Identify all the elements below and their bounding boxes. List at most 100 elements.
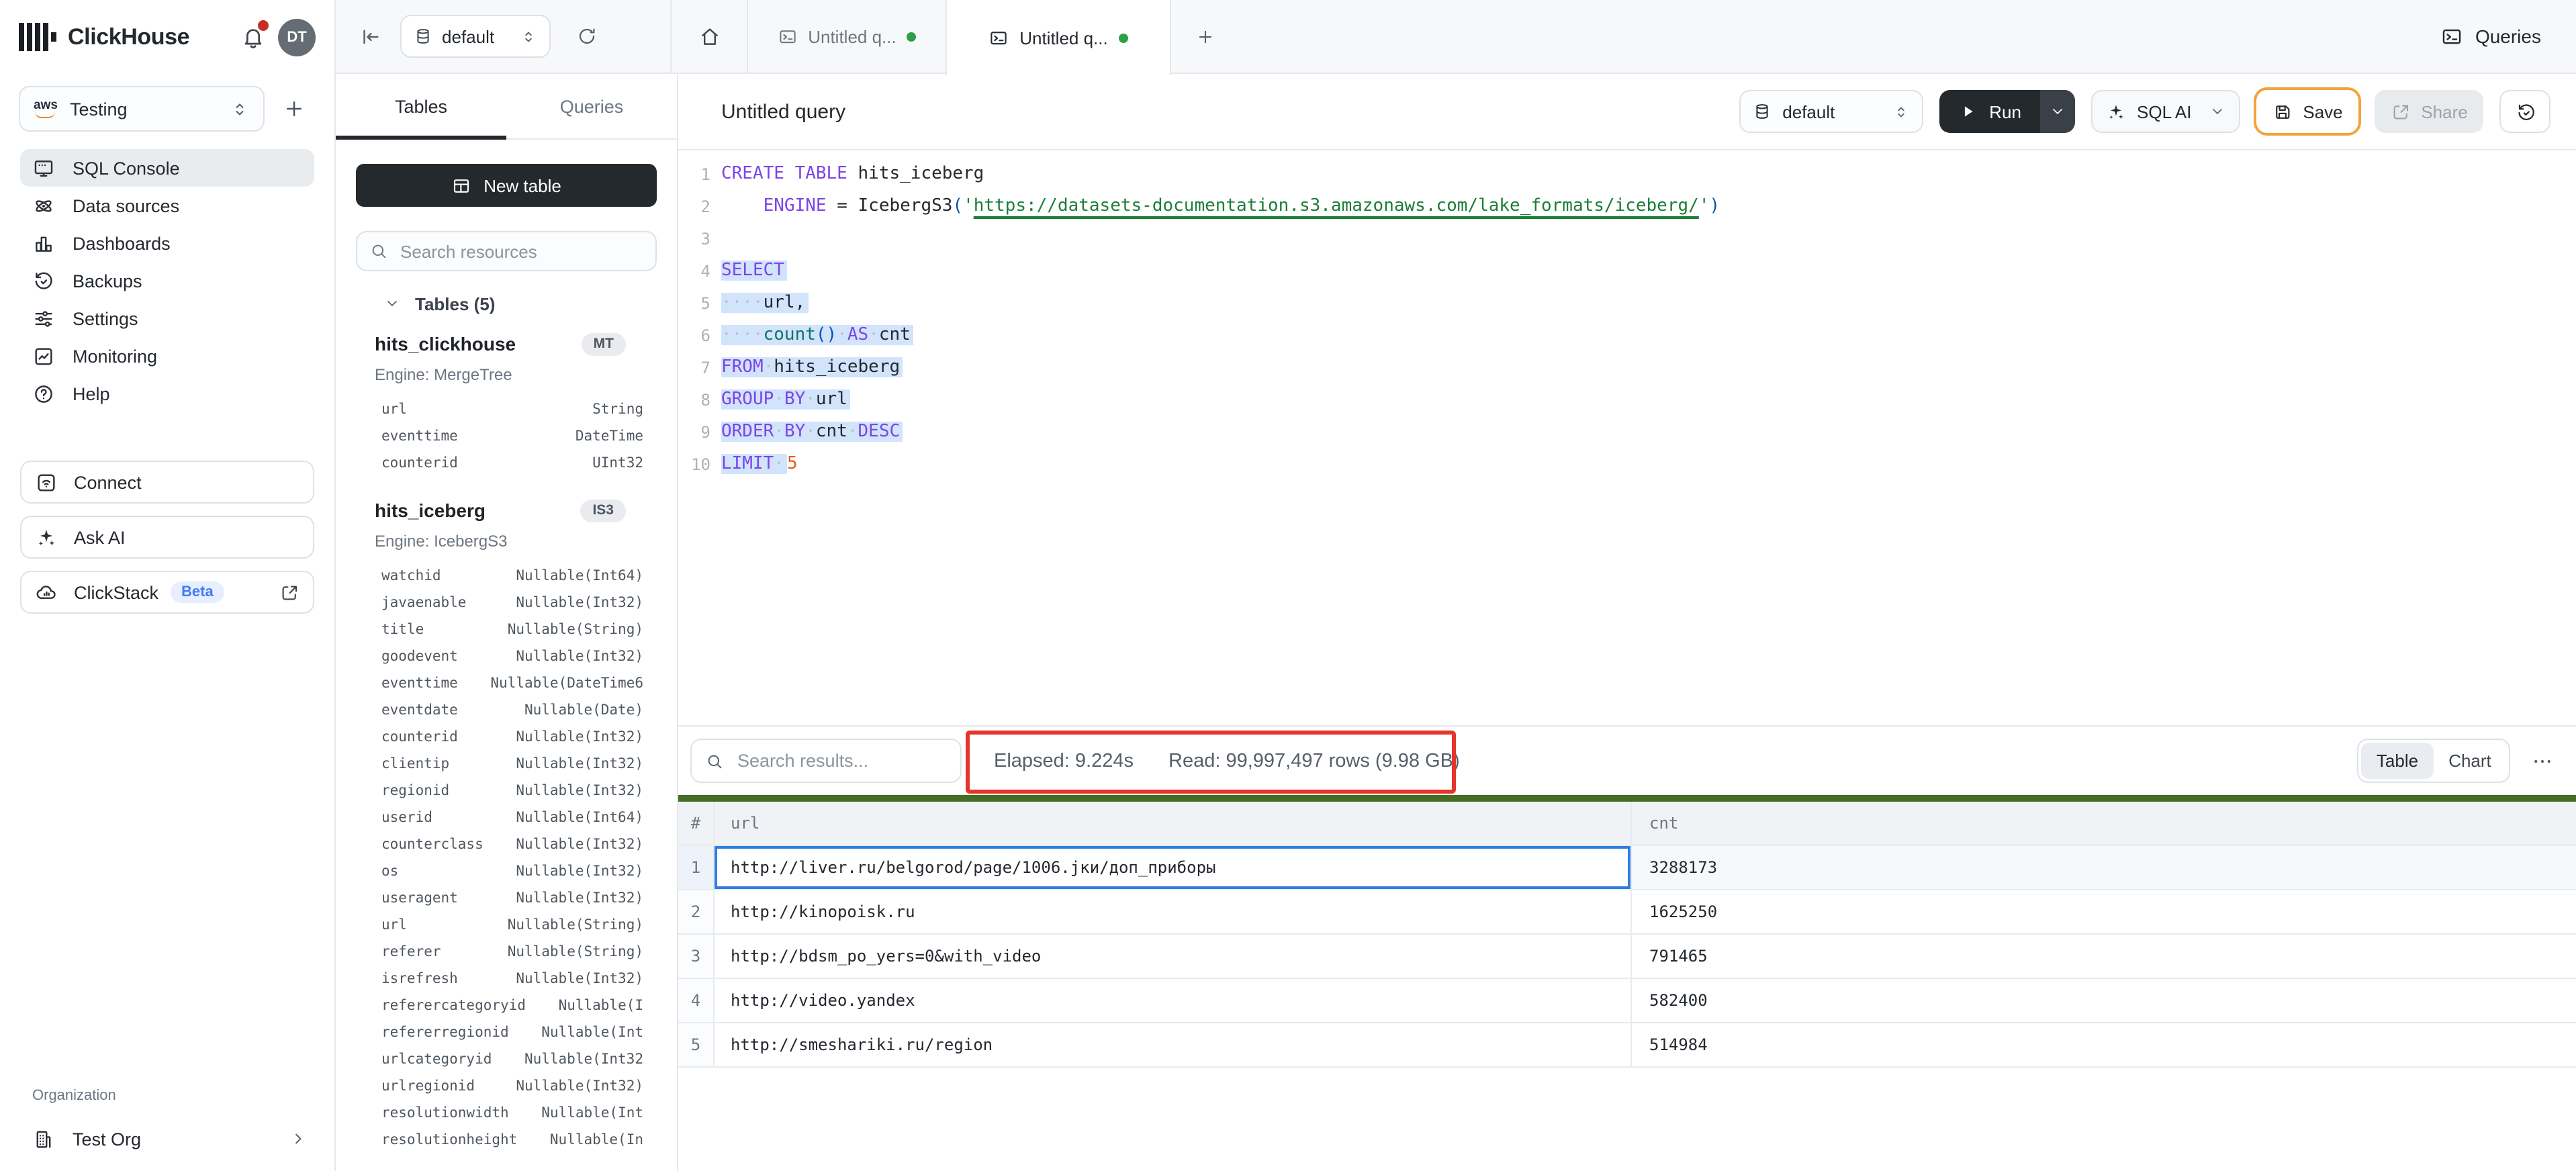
search-results-input[interactable] [735,749,947,772]
code-line[interactable]: 10LIMIT·5 [678,449,2576,481]
header-index: # [678,802,715,845]
row-url-cell[interactable]: http://liver.ru/belgorod/page/1006.jки/д… [715,846,1632,889]
query-tab-1[interactable]: Untitled q... [748,0,946,73]
add-service-button[interactable] [282,97,306,121]
code-line[interactable]: 2 ENGINE = IcebergS3('https://datasets-d… [678,191,2576,223]
code-line[interactable]: 6····count()·AS·cnt [678,320,2576,352]
code-line[interactable]: 1CREATE TABLE hits_iceberg [678,158,2576,191]
column-row: osNullable(Int32) [375,858,677,885]
row-cnt-cell[interactable]: 3288173 [1632,846,2576,889]
clickstack-button[interactable]: ClickStack Beta [20,571,314,614]
search-resources-box [356,231,657,271]
selected-text: ····count()·AS·cnt [721,325,913,345]
selected-text: SELECT [721,261,787,281]
clickhouse-logo-icon [19,23,56,51]
table-entry-hits-clickhouse[interactable]: hits_clickhouse MT Engine: MergeTree url… [336,329,677,477]
sidebar-item-sql-console[interactable]: SQL Console [20,149,314,187]
save-label: Save [2303,101,2342,122]
column-row: referercategoryidNullable(I [375,992,677,1019]
sql-editor[interactable]: 1CREATE TABLE hits_iceberg2 ENGINE = Ice… [678,150,2576,725]
search-resources-input[interactable] [398,240,643,263]
beta-badge: Beta [171,581,224,603]
queries-button[interactable]: Queries [2440,0,2576,73]
tab-tables[interactable]: Tables [336,74,506,138]
connect-button[interactable]: Connect [20,461,314,504]
table-row[interactable]: 4http://video.yandex582400 [678,979,2576,1023]
engine-label: Engine: MergeTree [375,365,677,387]
tab-queries[interactable]: Queries [506,74,677,138]
code-line[interactable]: 9ORDER·BY·cnt·DESC [678,416,2576,449]
results-more-menu-icon[interactable] [2530,749,2555,773]
code-line[interactable]: 7FROM·hits_iceberg [678,352,2576,384]
table-row[interactable]: 5http://smeshariki.ru/region514984 [678,1023,2576,1068]
sidebar-item-label: Settings [73,308,138,328]
query-history-button[interactable] [2499,90,2550,133]
column-row: eventtimeNullable(DateTime6 [375,670,677,697]
row-url-cell[interactable]: http://bdsm_po_yers=0&with_video [715,935,1632,978]
sidebar-item-settings[interactable]: Settings [20,299,314,337]
new-table-button[interactable]: New table [356,164,657,207]
unsaved-dot [907,32,917,41]
engine-label: Engine: IcebergS3 [375,532,677,553]
table-entry-hits-iceberg[interactable]: hits_iceberg IS3 Engine: IcebergS3 watch… [336,496,677,1154]
search-icon [369,242,388,261]
code-line[interactable]: 8GROUP·BY·url [678,384,2576,416]
avatar[interactable]: DT [278,18,316,56]
ask-ai-button[interactable]: Ask AI [20,516,314,559]
sidebar-item-dashboards[interactable]: Dashboards [20,224,314,262]
table-row[interactable]: 1http://liver.ru/belgorod/page/1006.jки/… [678,846,2576,890]
sidebar-item-backups[interactable]: Backups [20,262,314,299]
row-url-cell[interactable]: http://kinopoisk.ru [715,890,1632,933]
sidebar-item-help[interactable]: Help [20,375,314,412]
header-cnt[interactable]: cnt [1632,802,2576,845]
home-tab-button[interactable] [672,0,747,73]
query-tab-2-active[interactable]: Untitled q... [946,0,1171,75]
new-tab-button[interactable] [1171,0,1238,73]
view-toggle-table[interactable]: Table [2361,743,2434,779]
table-row[interactable]: 3http://bdsm_po_yers=0&with_video791465 [678,935,2576,979]
sidebar-item-monitoring[interactable]: Monitoring [20,337,314,375]
run-button[interactable]: Run [1939,90,2075,133]
sparkles-icon [35,526,58,549]
sql-ai-button[interactable]: SQL AI [2091,90,2240,133]
row-url-cell[interactable]: http://video.yandex [715,979,1632,1022]
row-cnt-cell[interactable]: 582400 [1632,979,2576,1022]
sidebar-item-data-sources[interactable]: Data sources [20,187,314,224]
code-line[interactable]: 4SELECT [678,255,2576,287]
terminal-icon [2440,25,2463,48]
notifications-bell-icon[interactable] [240,24,266,50]
terminal-icon [777,26,797,46]
view-toggle-chart[interactable]: Chart [2434,743,2506,779]
header-url[interactable]: url [715,802,1632,845]
row-cnt-cell[interactable]: 791465 [1632,935,2576,978]
row-index: 3 [678,935,715,978]
column-row: watchidNullable(Int64) [375,563,677,590]
query-workspace: Untitled query default Run SQL AI [678,74,2576,1171]
column-row: counterclassNullable(Int32) [375,831,677,858]
column-row: regionidNullable(Int32) [375,778,677,804]
terminal-icon [988,28,1009,48]
editor-database-selector[interactable]: default [1739,90,1923,133]
notification-dot [258,20,269,31]
column-row: javaenableNullable(Int32) [375,590,677,616]
row-cnt-cell[interactable]: 514984 [1632,1023,2576,1066]
building-icon [32,1127,55,1150]
share-button-disabled[interactable]: Share [2375,90,2483,133]
sidebar-item-label: SQL Console [73,158,180,178]
save-button[interactable]: Save [2256,90,2358,133]
share-icon [2390,101,2410,122]
row-cnt-cell[interactable]: 1625250 [1632,890,2576,933]
organization-section-label: Organization [0,1088,334,1104]
topbar-database-selector[interactable]: default [400,15,551,58]
row-url-cell[interactable]: http://smeshariki.ru/region [715,1023,1632,1066]
collapse-sidebar-icon[interactable] [359,25,381,48]
run-options-chevron-icon[interactable] [2040,90,2075,133]
resources-panel: Tables Queries New table Tables (5) hits… [336,74,678,1171]
organization-row[interactable]: Test Org [0,1120,334,1158]
refresh-icon[interactable] [576,26,598,47]
table-row[interactable]: 2http://kinopoisk.ru1625250 [678,890,2576,935]
workspace-selector[interactable]: aws Testing [19,86,265,132]
code-line[interactable]: 3 [678,223,2576,255]
tables-group-header[interactable]: Tables (5) [384,290,677,317]
code-line[interactable]: 5····url, [678,287,2576,320]
